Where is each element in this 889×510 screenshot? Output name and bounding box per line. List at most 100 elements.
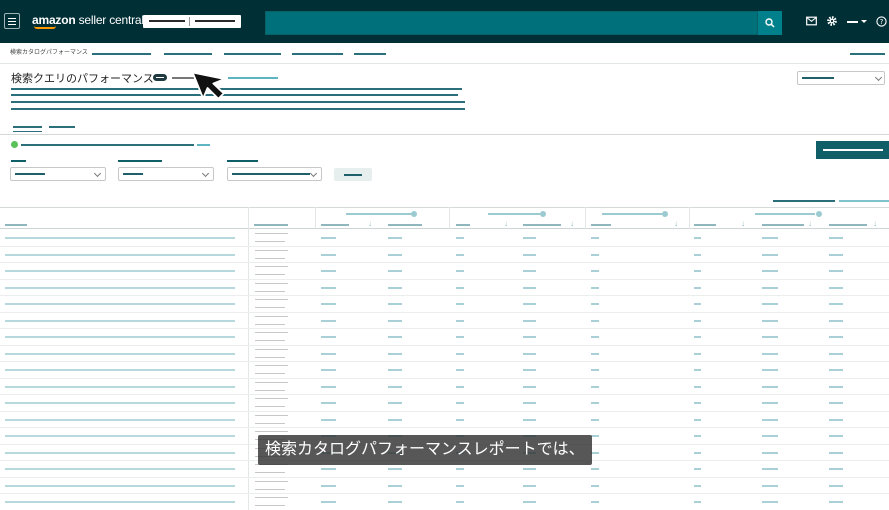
sort-arrow-icon[interactable]: ↓	[741, 220, 747, 228]
query-cell[interactable]	[5, 286, 235, 289]
table-row[interactable]	[0, 379, 889, 395]
tab[interactable]	[49, 126, 75, 128]
sort-arrow-icon[interactable]: ↓	[368, 220, 374, 228]
nav-link[interactable]	[224, 53, 281, 55]
sort-arrow-icon[interactable]: ↓	[504, 220, 510, 228]
search-input[interactable]	[265, 11, 758, 35]
column-header[interactable]	[694, 224, 716, 226]
filter-dropdown[interactable]	[227, 167, 322, 181]
table-row[interactable]	[0, 494, 889, 510]
metric-cell	[591, 270, 599, 272]
metric-cell	[829, 352, 843, 355]
nav-link[interactable]	[354, 53, 386, 55]
query-cell[interactable]	[5, 270, 235, 272]
view-selector-dropdown[interactable]	[797, 71, 885, 85]
apply-filter-button[interactable]	[334, 168, 372, 181]
nav-link[interactable]	[292, 53, 343, 55]
query-cell[interactable]	[5, 435, 235, 437]
column-header[interactable]	[254, 224, 288, 226]
table-row[interactable]	[0, 395, 889, 412]
chevron-down-icon	[93, 169, 102, 178]
sort-arrow-icon[interactable]: ↓	[674, 220, 680, 228]
description-text	[11, 88, 462, 90]
table-row[interactable]	[0, 412, 889, 428]
query-cell[interactable]	[5, 319, 235, 322]
query-cell[interactable]	[5, 484, 235, 487]
query-cell[interactable]	[5, 253, 235, 256]
metric-cell	[591, 369, 599, 371]
table-row[interactable]	[0, 313, 889, 329]
sort-arrow-icon[interactable]: ↓	[808, 220, 814, 228]
asin-cell	[255, 241, 285, 242]
hamburger-menu-icon[interactable]	[4, 13, 20, 29]
asin-cell	[255, 381, 288, 383]
mail-icon[interactable]	[806, 16, 817, 26]
query-cell[interactable]	[5, 501, 235, 503]
query-cell[interactable]	[5, 303, 235, 305]
query-cell[interactable]	[5, 352, 235, 355]
table-row[interactable]	[0, 230, 889, 247]
data-status-text	[21, 144, 194, 146]
table-row[interactable]	[0, 296, 889, 313]
table-row[interactable]	[0, 329, 889, 346]
query-cell[interactable]	[5, 402, 235, 404]
metric-cell	[456, 253, 464, 256]
status-link[interactable]	[197, 144, 210, 146]
nav-link[interactable]	[92, 53, 151, 55]
info-icon[interactable]	[540, 211, 546, 217]
metric-cell	[523, 484, 536, 487]
mouse-pointer-icon	[191, 71, 226, 100]
table-row[interactable]	[0, 263, 889, 280]
query-cell[interactable]	[5, 451, 235, 454]
column-header[interactable]	[829, 224, 867, 226]
metric-cell	[388, 501, 402, 503]
help-icon[interactable]: ?	[876, 16, 887, 27]
sort-arrow-icon[interactable]: ↓	[570, 220, 576, 228]
column-divider	[585, 207, 586, 229]
column-header[interactable]	[456, 224, 470, 226]
query-cell[interactable]	[5, 468, 235, 470]
column-header[interactable]	[591, 224, 611, 226]
gear-icon[interactable]	[826, 15, 838, 27]
metric-cell	[591, 303, 599, 305]
seller-central-logo[interactable]: amazon seller central	[32, 13, 144, 31]
metric-cell	[321, 270, 336, 272]
query-cell[interactable]	[5, 336, 235, 338]
tab-underline	[13, 131, 42, 132]
column-header[interactable]	[321, 224, 349, 226]
table-row[interactable]	[0, 362, 889, 379]
query-cell[interactable]	[5, 237, 235, 239]
export-button[interactable]	[816, 141, 889, 159]
filter-dropdown[interactable]	[10, 167, 106, 181]
breadcrumb[interactable]: 検索カタログパフォーマンス	[10, 49, 88, 57]
marketplace-selector[interactable]	[143, 15, 241, 28]
table-row[interactable]	[0, 247, 889, 263]
column-header[interactable]	[762, 224, 804, 226]
column-header-query[interactable]	[5, 224, 27, 226]
learn-more-link[interactable]	[228, 77, 278, 79]
table-row[interactable]	[0, 478, 889, 494]
table-option-link[interactable]	[773, 200, 835, 202]
sort-arrow-icon[interactable]: ↓	[873, 220, 879, 228]
table-option-link[interactable]	[839, 200, 889, 202]
search-button[interactable]	[758, 11, 782, 35]
info-icon[interactable]	[411, 211, 417, 217]
table-row[interactable]	[0, 280, 889, 296]
query-cell[interactable]	[5, 385, 235, 388]
asin-cell	[255, 315, 288, 317]
brand-light: seller central	[75, 13, 144, 27]
info-icon[interactable]	[662, 211, 668, 217]
column-header[interactable]	[523, 224, 561, 226]
table-row[interactable]	[0, 346, 889, 362]
metric-cell	[591, 468, 599, 470]
tab-active[interactable]	[13, 126, 42, 128]
nav-link-right[interactable]	[850, 53, 885, 55]
filter-dropdown[interactable]	[118, 167, 214, 181]
query-cell[interactable]	[5, 369, 235, 371]
column-header[interactable]	[388, 224, 422, 226]
language-selector[interactable]	[847, 21, 858, 23]
info-icon[interactable]	[816, 211, 822, 217]
query-cell[interactable]	[5, 418, 235, 421]
asin-cell	[255, 365, 288, 366]
nav-link[interactable]	[164, 53, 212, 55]
